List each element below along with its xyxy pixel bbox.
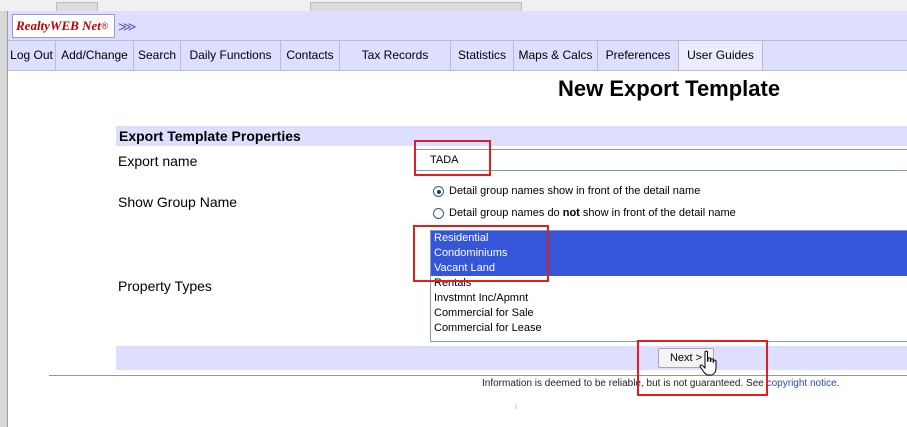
radio-hide-group-names[interactable]: Detail group names do not show in front …: [433, 207, 736, 219]
export-name-input[interactable]: TADA: [415, 149, 907, 171]
nav-tax-records[interactable]: Tax Records: [340, 41, 451, 70]
double-chevron-right-icon[interactable]: ⋙: [118, 19, 137, 35]
radio-label: Detail group names do not show in front …: [449, 207, 736, 219]
property-type-option[interactable]: Commercial for Lease: [431, 321, 907, 336]
next-button[interactable]: Next >: [658, 348, 714, 368]
form-footer-band: [116, 346, 907, 370]
radio-button[interactable]: [433, 207, 444, 219]
show-group-name-label: Show Group Name: [118, 194, 238, 210]
artifact: [515, 404, 517, 409]
radio-label: Detail group names show in front of the …: [449, 185, 701, 197]
main-nav: Log Out Add/Change Search Daily Function…: [8, 40, 907, 71]
disclaimer: Information is deemed to be reliable, bu…: [482, 378, 840, 389]
property-type-option[interactable]: Rentals: [431, 276, 907, 291]
top-strip-segment: [56, 2, 98, 11]
copyright-notice-link[interactable]: copyright notice: [767, 378, 837, 389]
property-type-option[interactable]: Vacant Land: [431, 261, 907, 276]
left-frame-border: [0, 11, 8, 427]
section-title: Export Template Properties: [119, 128, 301, 144]
property-type-option[interactable]: Condominiums: [431, 246, 907, 261]
nav-contacts[interactable]: Contacts: [281, 41, 340, 70]
logo[interactable]: RealtyWEB Net ®: [12, 14, 115, 38]
nav-preferences[interactable]: Preferences: [598, 41, 679, 70]
nav-user-guides[interactable]: User Guides: [679, 41, 763, 70]
property-type-option[interactable]: Invstmnt Inc/Apmnt: [431, 291, 907, 306]
nav-add-change[interactable]: Add/Change: [56, 41, 134, 70]
nav-daily-functions[interactable]: Daily Functions: [181, 41, 281, 70]
radio-show-group-names[interactable]: Detail group names show in front of the …: [433, 185, 700, 197]
nav-maps-calcs[interactable]: Maps & Calcs: [514, 41, 598, 70]
nav-log-out[interactable]: Log Out: [8, 41, 56, 70]
radio-button[interactable]: [433, 185, 444, 197]
logo-text: RealtyWEB Net: [16, 18, 101, 33]
property-types-label: Property Types: [118, 278, 212, 294]
property-types-listbox[interactable]: Residential Condominiums Vacant Land Rental…: [430, 230, 907, 342]
logo-bar: RealtyWEB Net ® ⋙: [8, 11, 907, 40]
page-title: New Export Template: [558, 76, 781, 101]
export-name-label: Export name: [118, 153, 198, 169]
divider: [49, 375, 907, 376]
registered-mark: ®: [101, 21, 108, 31]
top-strip-segment: [310, 2, 522, 11]
nav-search[interactable]: Search: [134, 41, 181, 70]
section-header: Export Template Properties: [116, 126, 907, 146]
nav-statistics[interactable]: Statistics: [451, 41, 514, 70]
disclaimer-text: Information is deemed to be reliable, bu…: [482, 378, 767, 389]
property-type-option[interactable]: Commercial for Sale: [431, 306, 907, 321]
property-type-option[interactable]: Residential: [431, 231, 907, 246]
